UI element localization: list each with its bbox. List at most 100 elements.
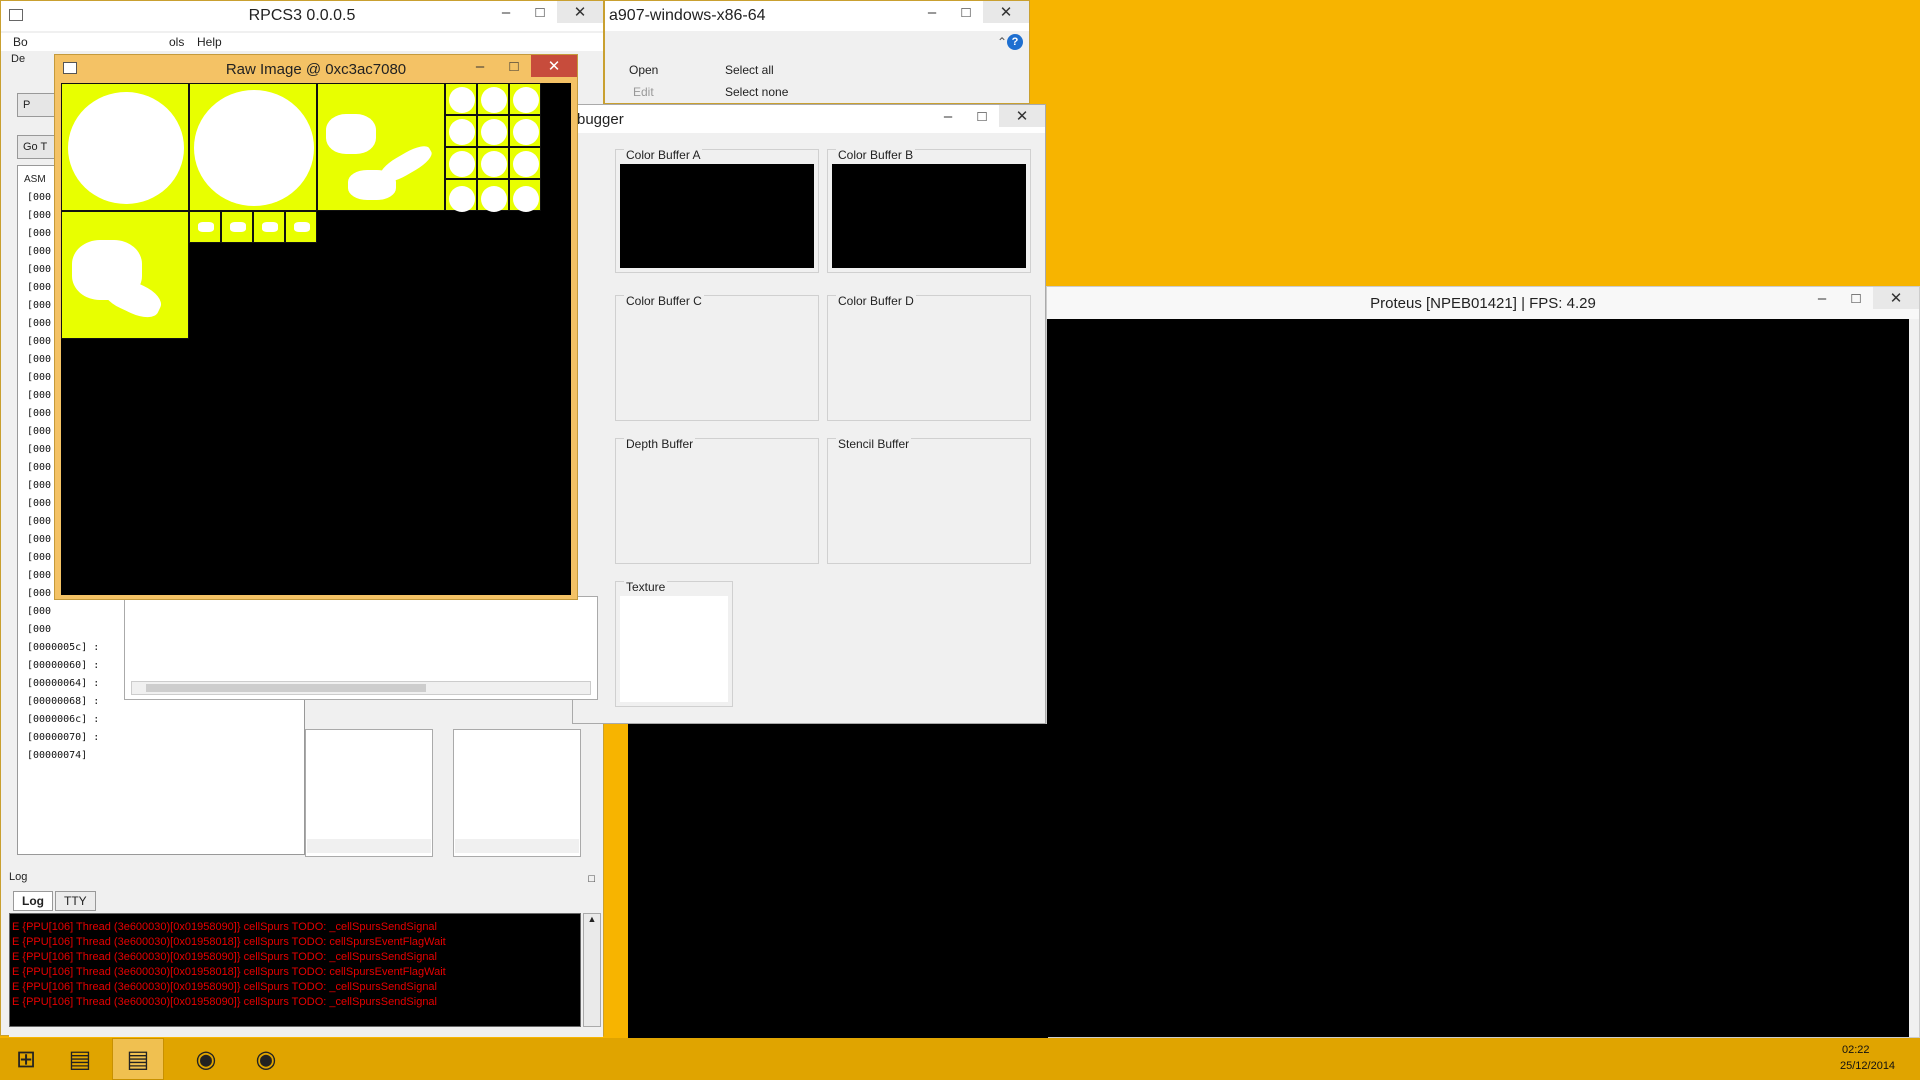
texture-tile	[445, 179, 477, 212]
color-buffer-a-surface	[620, 164, 814, 268]
texture-surface	[620, 596, 728, 702]
taskbar-rpcs3[interactable]: ▤	[112, 1038, 164, 1080]
color-buffer-c[interactable]: Color Buffer C	[615, 294, 819, 421]
texture-tile	[509, 115, 541, 147]
minimize-button[interactable]: –	[489, 1, 523, 23]
color-buffer-a-label: Color Buffer A	[624, 148, 703, 162]
texture-tile	[477, 115, 509, 147]
memory-list-scrollbar[interactable]	[131, 681, 591, 695]
log-line: E {PPU[106] Thread (3e600030)[0x01958090…	[12, 981, 437, 993]
log-panel: Log □ Log TTY E {PPU[106] Thread (3e6000…	[9, 871, 603, 1037]
rsx-titlebar[interactable]: bugger – □ ✕	[573, 105, 1045, 133]
rsx-debugger-window: bugger – □ ✕ Color Buffer A Color Buffer…	[572, 104, 1046, 724]
log-scrollbar[interactable]: ▲	[583, 913, 601, 1027]
maximize-button[interactable]: □	[949, 1, 983, 23]
folder-icon: ▤	[68, 1045, 92, 1073]
select-none-button[interactable]: Select none	[725, 85, 788, 99]
minimize-button[interactable]: –	[463, 55, 497, 77]
menu-boot[interactable]: Bo	[13, 35, 28, 49]
taskbar-app-orange[interactable]: ◉	[180, 1038, 232, 1080]
breakpoint-pane[interactable]	[453, 729, 581, 857]
explorer-titlebar[interactable]: a907-windows-x86-64 – □ ✕	[605, 1, 1029, 31]
game-viewport[interactable]	[1047, 319, 1909, 1037]
color-buffer-a[interactable]: Color Buffer A	[615, 148, 819, 273]
texture-buffer[interactable]: Texture	[615, 580, 733, 707]
log-output[interactable]: E {PPU[106] Thread (3e600030)[0x01958090…	[9, 913, 581, 1027]
log-tabs: Log TTY	[13, 891, 98, 911]
texture-tile	[445, 115, 477, 147]
help-icon[interactable]: ?	[1007, 34, 1023, 50]
texture-tile	[445, 83, 477, 115]
game-viewport-lower[interactable]	[628, 724, 1048, 1038]
ribbon-collapse-icon[interactable]: ⌃	[997, 35, 1007, 49]
close-button[interactable]: ✕	[1873, 287, 1919, 309]
stencil-buffer[interactable]: Stencil Buffer	[827, 437, 1031, 564]
explorer-window: a907-windows-x86-64 – □ ✕ ⌃ ? Open Edit …	[604, 0, 1030, 104]
debugger-tab-label[interactable]: De	[11, 53, 25, 65]
texture-tile	[509, 147, 541, 179]
breakpoint-scrollbar[interactable]	[455, 839, 579, 853]
menu-tools[interactable]: ols	[169, 35, 184, 49]
close-button[interactable]: ✕	[557, 1, 603, 23]
color-buffer-d-label: Color Buffer D	[836, 294, 916, 308]
color-buffer-d[interactable]: Color Buffer D	[827, 294, 1031, 421]
minimize-button[interactable]: –	[931, 105, 965, 127]
asm-row[interactable]: [00000070] :	[18, 729, 304, 747]
close-button[interactable]: ✕	[983, 1, 1029, 23]
taskbar: ⊞ ▤ ▤ ◉ ◉ 02:22 25/12/2014	[0, 1038, 1920, 1080]
rpcs3-titlebar[interactable]: RPCS3 0.0.0.5 – □ ✕	[1, 1, 603, 31]
color-buffer-b-surface	[832, 164, 1026, 268]
raw-image-canvas[interactable]	[61, 83, 571, 595]
texture-tile	[509, 83, 541, 115]
menu-help[interactable]: Help	[197, 35, 222, 49]
texture-tile	[509, 179, 541, 212]
taskbar-firefox[interactable]: ◉	[240, 1038, 292, 1080]
maximize-button[interactable]: □	[965, 105, 999, 127]
asm-row[interactable]: [00000074]	[18, 747, 304, 765]
log-float-icon[interactable]: □	[588, 873, 595, 885]
texture-tile	[477, 179, 509, 212]
tab-log[interactable]: Log	[13, 891, 53, 911]
texture-tile	[317, 83, 445, 211]
texture-tile	[61, 83, 189, 211]
texture-tile	[477, 147, 509, 179]
stencil-buffer-label: Stencil Buffer	[836, 437, 912, 451]
proteus-game-window: Proteus [NPEB01421] | FPS: 4.29 – □ ✕	[1046, 286, 1920, 1038]
asm-row[interactable]: [0000006c] :	[18, 711, 304, 729]
start-button[interactable]: ⊞	[0, 1038, 52, 1080]
open-button[interactable]: Open	[629, 63, 658, 77]
texture-tile	[477, 83, 509, 115]
proteus-titlebar[interactable]: Proteus [NPEB01421] | FPS: 4.29 – □ ✕	[1047, 287, 1919, 319]
texture-tile	[253, 211, 285, 243]
color-buffer-b[interactable]: Color Buffer B	[827, 148, 1031, 273]
register-pane[interactable]	[305, 729, 433, 857]
clock-date[interactable]: 25/12/2014	[1840, 1060, 1895, 1072]
log-line: E {PPU[106] Thread (3e600030)[0x01958090…	[12, 951, 437, 963]
depth-buffer[interactable]: Depth Buffer	[615, 437, 819, 564]
close-button[interactable]: ✕	[999, 105, 1045, 127]
texture-label: Texture	[624, 580, 668, 594]
color-buffer-b-label: Color Buffer B	[836, 148, 916, 162]
maximize-button[interactable]: □	[523, 1, 557, 23]
memory-list-pane[interactable]	[124, 596, 598, 700]
clock-time[interactable]: 02:22	[1842, 1044, 1870, 1056]
close-button[interactable]: ✕	[531, 55, 577, 77]
minimize-button[interactable]: –	[1805, 287, 1839, 309]
minimize-button[interactable]: –	[915, 1, 949, 23]
edit-button[interactable]: Edit	[633, 85, 654, 99]
maximize-button[interactable]: □	[1839, 287, 1873, 309]
orb-icon: ◉	[195, 1045, 217, 1073]
select-all-button[interactable]: Select all	[725, 63, 774, 77]
scroll-thumb[interactable]	[146, 684, 426, 692]
register-scrollbar[interactable]	[307, 839, 431, 853]
taskbar-explorer[interactable]: ▤	[54, 1038, 106, 1080]
log-line: E {PPU[106] Thread (3e600030)[0x01958018…	[12, 936, 446, 948]
log-line: E {PPU[106] Thread (3e600030)[0x01958018…	[12, 966, 446, 978]
raw-image-window: Raw Image @ 0xc3ac7080 – □ ✕	[54, 54, 578, 600]
tab-tty[interactable]: TTY	[55, 891, 96, 911]
texture-tile	[61, 211, 189, 339]
menu-bar: Bo ols Help	[1, 33, 603, 51]
raw-image-titlebar[interactable]: Raw Image @ 0xc3ac7080 – □ ✕	[55, 55, 577, 85]
rpcs3-icon: ▤	[126, 1045, 150, 1073]
maximize-button[interactable]: □	[497, 55, 531, 77]
